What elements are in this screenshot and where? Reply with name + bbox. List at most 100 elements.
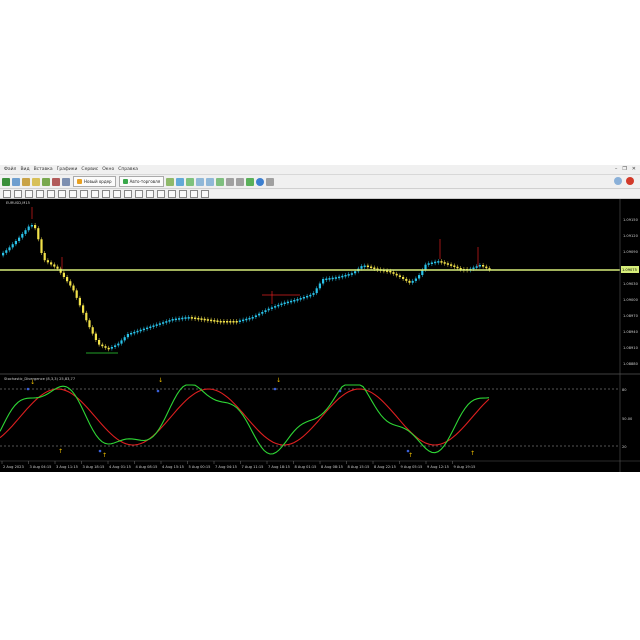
candle <box>450 264 453 266</box>
candle <box>347 274 350 276</box>
trendline-icon[interactable] <box>47 189 55 198</box>
candle <box>219 320 222 323</box>
candle <box>158 323 161 325</box>
indicator-title: Stochastic_Divergence (8,3,3) 25,83,77 <box>4 377 75 381</box>
candle <box>107 347 110 350</box>
new-order-icon <box>77 179 82 184</box>
market-watch-icon[interactable] <box>22 177 30 186</box>
navigator-icon[interactable] <box>42 177 50 186</box>
label-icon[interactable] <box>91 189 99 198</box>
candle <box>101 344 104 347</box>
candle <box>328 278 331 280</box>
fibonacci-icon[interactable] <box>69 189 77 198</box>
candle <box>306 295 309 298</box>
h4-period-button[interactable] <box>168 189 176 198</box>
price-chart[interactable]: EURUSD,M15 1.09150 1.09120 1.09090 1.090… <box>0 199 640 472</box>
candle <box>114 345 117 347</box>
h1-period-button[interactable] <box>157 189 165 198</box>
zoom-in-icon[interactable] <box>196 177 205 186</box>
candle <box>434 261 437 264</box>
templates-icon[interactable] <box>266 177 275 186</box>
close-icon[interactable]: ✕ <box>632 166 636 172</box>
w1-period-button[interactable] <box>190 189 198 198</box>
crosshair-icon[interactable] <box>14 189 22 198</box>
candle <box>424 264 427 270</box>
minimize-icon[interactable]: – <box>615 166 618 172</box>
price-tick: 1.08910 <box>623 346 639 350</box>
menu-file[interactable]: Файл <box>4 167 16 172</box>
indicators-icon[interactable] <box>246 177 255 186</box>
candle <box>155 324 158 326</box>
d1-period-button[interactable] <box>179 189 187 198</box>
candle <box>206 319 209 321</box>
vertical-line-icon[interactable] <box>25 189 33 198</box>
chart-window[interactable]: EURUSD,M15 1.09150 1.09120 1.09090 1.090… <box>0 199 640 472</box>
candle <box>133 331 136 334</box>
candle <box>238 320 241 322</box>
candle <box>94 333 97 340</box>
candle <box>446 263 449 265</box>
candle <box>75 290 78 298</box>
search-icon[interactable] <box>614 177 622 185</box>
candles <box>2 207 491 354</box>
candle <box>168 320 171 322</box>
m1-period-button[interactable] <box>113 189 121 198</box>
auto-scroll-icon[interactable] <box>226 177 235 186</box>
candle <box>354 271 357 274</box>
candle <box>443 262 446 264</box>
cursor-icon[interactable] <box>3 189 11 198</box>
menu-insert[interactable]: Вставка <box>34 167 53 172</box>
candle <box>34 225 37 229</box>
autotrading-button[interactable]: Авто-торговля <box>118 176 165 187</box>
restore-icon[interactable]: ❐ <box>622 166 626 172</box>
zoom-out-icon[interactable] <box>206 177 215 186</box>
candle <box>370 266 373 269</box>
candle <box>117 343 120 346</box>
time-label: 9 Aug 19:15 <box>454 465 476 469</box>
menu-view[interactable]: Вид <box>20 167 29 172</box>
time-label: 3 Aug 11:15 <box>56 465 78 469</box>
m15-period-button[interactable] <box>135 189 143 198</box>
candle <box>290 300 293 303</box>
m30-period-button[interactable] <box>146 189 154 198</box>
candle <box>162 322 165 324</box>
menu-help[interactable]: Справка <box>118 167 138 172</box>
periods-icon[interactable] <box>256 177 265 186</box>
candle <box>261 311 264 314</box>
divergence-dot <box>26 387 30 391</box>
menu-tools[interactable]: Сервис <box>81 167 98 172</box>
m5-period-button[interactable] <box>124 189 132 198</box>
tile-windows-icon[interactable] <box>216 177 225 186</box>
line-studies-toolbar <box>0 189 640 199</box>
chart-shift-icon[interactable] <box>236 177 245 186</box>
strategy-tester-icon[interactable] <box>62 177 70 186</box>
community-icon[interactable] <box>626 177 634 185</box>
horizontal-line-icon[interactable] <box>36 189 44 198</box>
candle <box>366 265 369 268</box>
bar-chart-icon[interactable] <box>166 177 175 186</box>
terminal-icon[interactable] <box>52 177 60 186</box>
data-window-icon[interactable] <box>32 177 40 186</box>
candle <box>222 321 225 323</box>
channel-icon[interactable] <box>58 189 66 198</box>
new-chart-icon[interactable] <box>2 177 10 186</box>
candle <box>152 325 155 327</box>
candle <box>14 241 17 245</box>
new-order-button[interactable]: Новый ордер <box>73 176 116 187</box>
candle <box>165 321 168 323</box>
candlestick-icon[interactable] <box>176 177 185 186</box>
arrows-icon[interactable] <box>102 189 110 198</box>
candle <box>315 288 318 294</box>
toolbar-right <box>614 177 634 185</box>
candle <box>322 278 325 284</box>
candle <box>174 318 177 321</box>
buy-arrow-icon: ↑ <box>58 448 63 455</box>
menu-window[interactable]: Окно <box>102 167 114 172</box>
line-chart-icon[interactable] <box>186 177 195 186</box>
current-price-label: 1.09075 <box>622 268 637 272</box>
text-icon[interactable] <box>80 189 88 198</box>
mn-period-button[interactable] <box>201 189 209 198</box>
profiles-icon[interactable] <box>12 177 20 186</box>
time-label: 4 Aug 01:15 <box>109 465 131 469</box>
menu-charts[interactable]: Графики <box>57 167 78 172</box>
